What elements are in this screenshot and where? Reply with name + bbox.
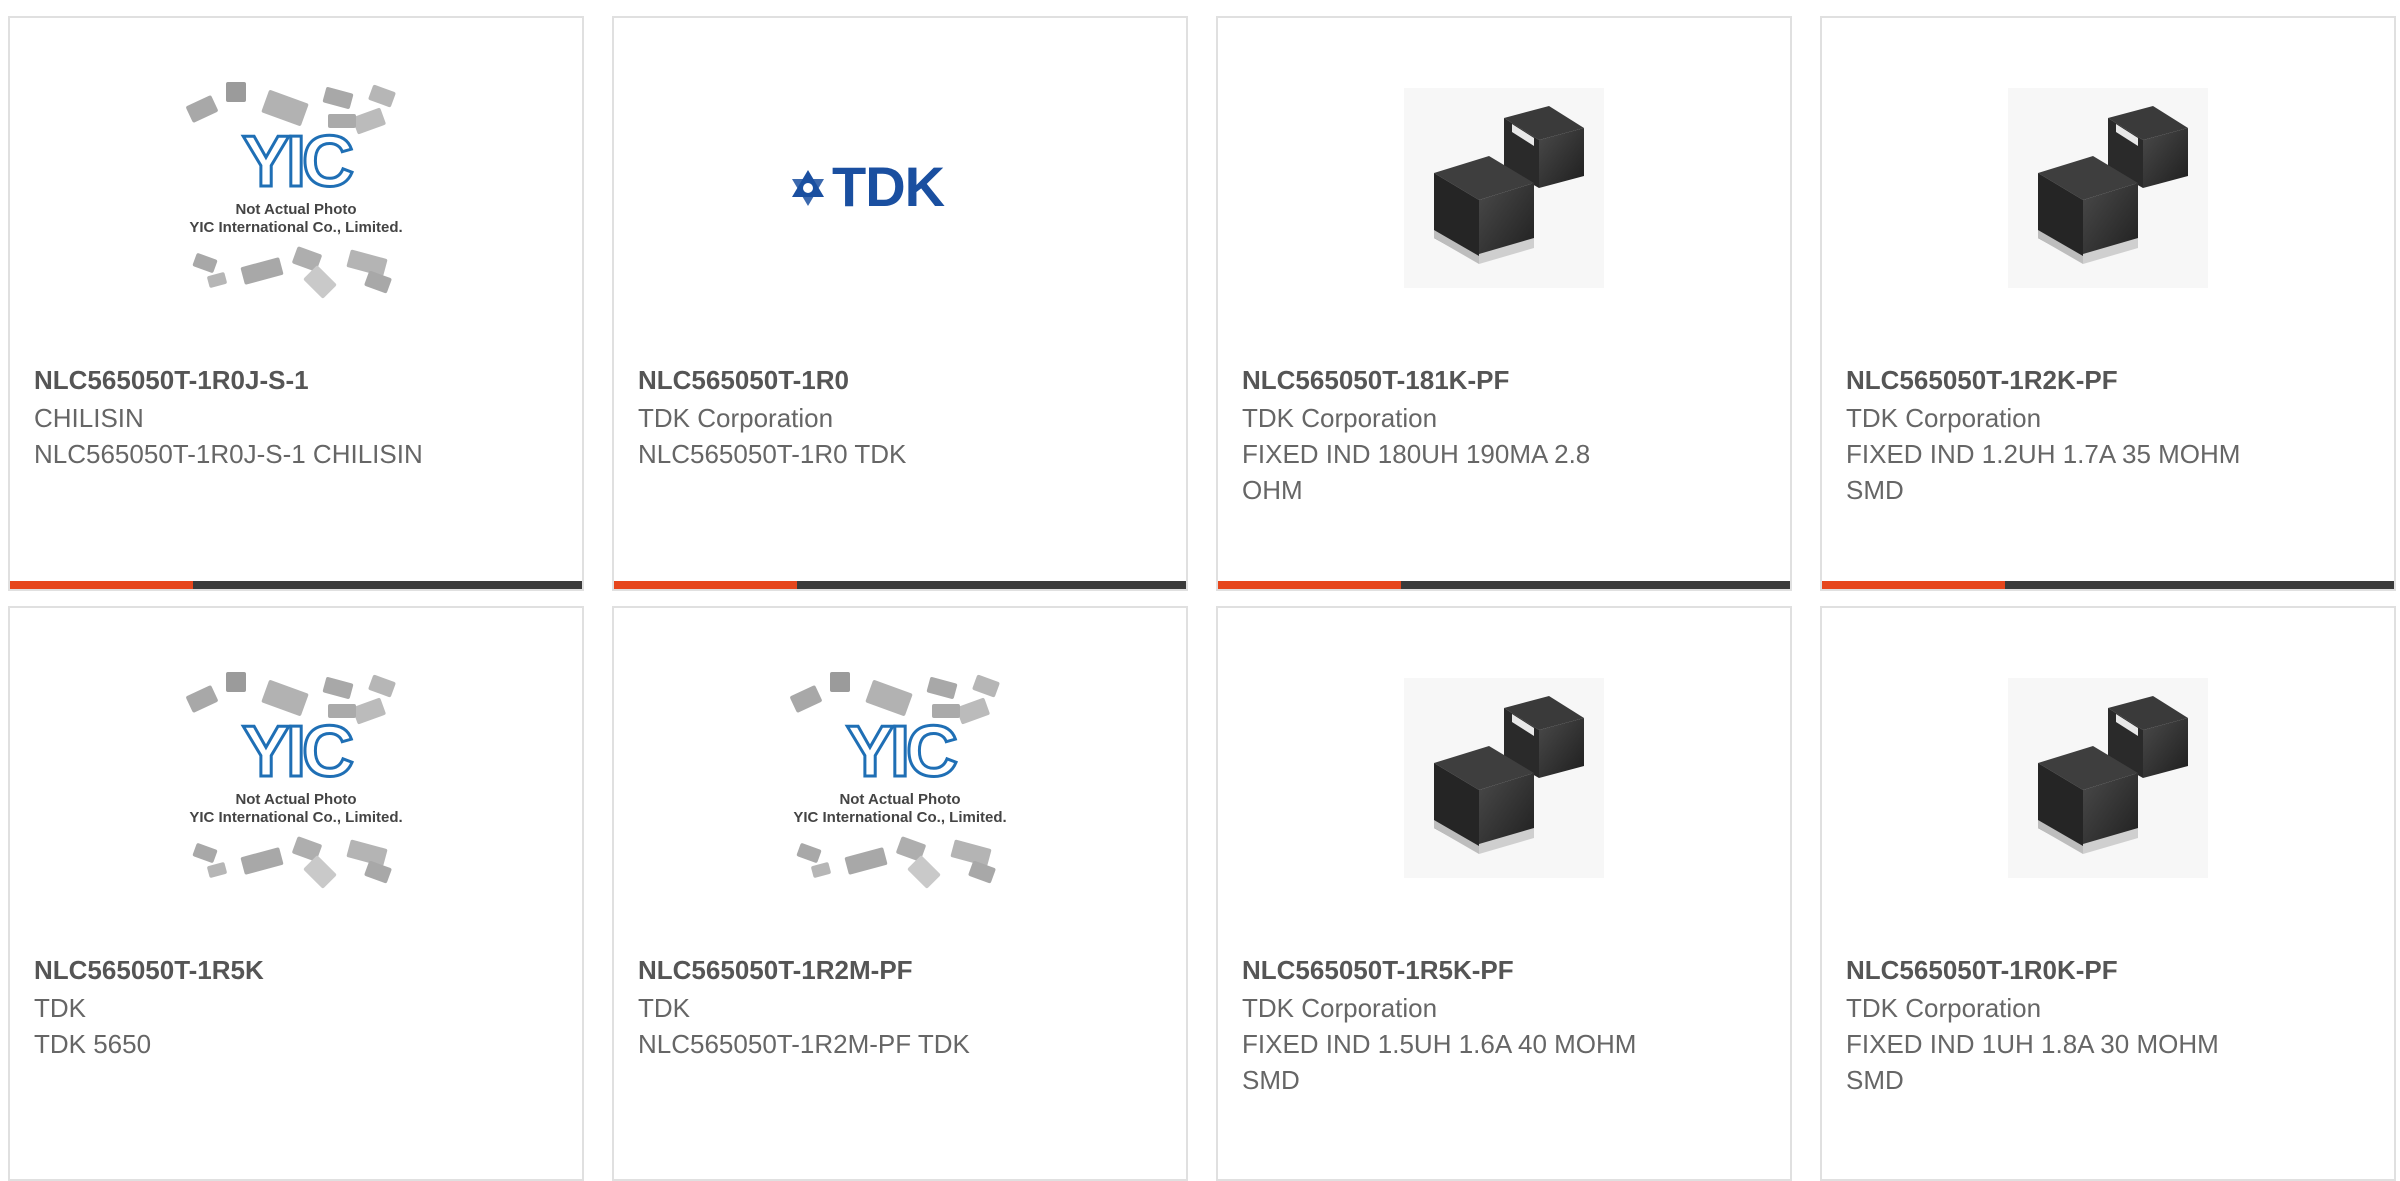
description: TDK 5650 — [34, 1029, 152, 1059]
placeholder-line1: Not Actual Photo — [235, 791, 356, 808]
product-card[interactable]: NLC565050T-1R5K-PF TDK Corporation FIXED… — [1216, 606, 1792, 1181]
product-card[interactable]: YIC Not Actual Photo YIC International C… — [8, 606, 584, 1181]
manufacturer: TDK Corporation — [1846, 993, 2042, 1023]
description: NLC565050T-1R0J-S-1 CHILISIN — [34, 439, 423, 469]
description: FIXED IND 180UH 190MA 2.8 OHM — [1242, 439, 1591, 505]
product-image: YIC Not Actual Photo YIC International C… — [10, 668, 582, 889]
part-number-link[interactable]: NLC565050T-1R2M-PF — [638, 952, 1162, 988]
card-bottom-bar — [1822, 581, 2394, 589]
card-accent — [1218, 581, 1401, 589]
placeholder-line1: Not Actual Photo — [839, 791, 960, 808]
card-accent — [614, 581, 797, 589]
placeholder-line1: Not Actual Photo — [235, 201, 356, 218]
yic-logo: YIC — [846, 712, 957, 792]
manufacturer: TDK Corporation — [638, 403, 834, 433]
description: FIXED IND 1.2UH 1.7A 35 MOHM SMD — [1846, 439, 2241, 505]
manufacturer: CHILISIN — [34, 403, 144, 433]
product-card[interactable]: YIC Not Actual Photo YIC International C… — [8, 16, 584, 591]
manufacturer: TDK Corporation — [1242, 403, 1438, 433]
yic-logo: YIC — [242, 712, 353, 792]
product-image — [1822, 668, 2394, 888]
product-image: YIC Not Actual Photo YIC International C… — [10, 78, 582, 299]
manufacturer: TDK — [638, 993, 690, 1023]
placeholder-line2: YIC International Co., Limited. — [189, 809, 402, 826]
product-card[interactable]: NLC565050T-181K-PF TDK Corporation FIXED… — [1216, 16, 1792, 591]
product-card[interactable]: TDK NLC565050T-1R0 TDK Corporation NLC56… — [612, 16, 1188, 591]
description: FIXED IND 1UH 1.8A 30 MOHM SMD — [1846, 1029, 2219, 1095]
card-bottom-bar — [614, 581, 1186, 589]
yic-logo: YIC — [242, 122, 353, 202]
part-number-link[interactable]: NLC565050T-181K-PF — [1242, 362, 1766, 398]
inductor-image — [2008, 88, 2208, 288]
tdk-logo: TDK — [792, 155, 946, 218]
part-number-link[interactable]: NLC565050T-1R2K-PF — [1846, 362, 2370, 398]
product-card[interactable]: YIC Not Actual Photo YIC International C… — [612, 606, 1188, 1181]
product-image: TDK — [614, 78, 1186, 298]
inductor-image — [1404, 88, 1604, 288]
product-card[interactable]: NLC565050T-1R2K-PF TDK Corporation FIXED… — [1820, 16, 2396, 591]
not-actual-photo-image: YIC Not Actual Photo YIC International C… — [186, 672, 403, 889]
product-image — [1822, 78, 2394, 298]
manufacturer: TDK Corporation — [1846, 403, 2042, 433]
manufacturer: TDK — [34, 993, 86, 1023]
product-image — [1218, 668, 1790, 888]
placeholder-line2: YIC International Co., Limited. — [793, 809, 1006, 826]
svg-text:TDK: TDK — [832, 155, 945, 218]
part-number-link[interactable]: NLC565050T-1R0K-PF — [1846, 952, 2370, 988]
product-image: YIC Not Actual Photo YIC International C… — [614, 668, 1186, 889]
part-number-link[interactable]: NLC565050T-1R0 — [638, 362, 1162, 398]
description: FIXED IND 1.5UH 1.6A 40 MOHM SMD — [1242, 1029, 1637, 1095]
description: NLC565050T-1R0 TDK — [638, 439, 907, 469]
product-card[interactable]: NLC565050T-1R0K-PF TDK Corporation FIXED… — [1820, 606, 2396, 1181]
part-number-link[interactable]: NLC565050T-1R5K — [34, 952, 558, 988]
manufacturer: TDK Corporation — [1242, 993, 1438, 1023]
placeholder-line2: YIC International Co., Limited. — [189, 219, 402, 236]
inductor-image — [2008, 678, 2208, 878]
not-actual-photo-image: YIC Not Actual Photo YIC International C… — [790, 672, 1007, 889]
part-number-link[interactable]: NLC565050T-1R5K-PF — [1242, 952, 1766, 988]
card-accent — [10, 581, 193, 589]
card-accent — [1822, 581, 2005, 589]
card-bottom-bar — [10, 581, 582, 589]
card-bottom-bar — [1218, 581, 1790, 589]
inductor-image — [1404, 678, 1604, 878]
part-number-link[interactable]: NLC565050T-1R0J-S-1 — [34, 362, 558, 398]
not-actual-photo-image: YIC Not Actual Photo YIC International C… — [186, 82, 403, 299]
product-image — [1218, 78, 1790, 298]
description: NLC565050T-1R2M-PF TDK — [638, 1029, 970, 1059]
